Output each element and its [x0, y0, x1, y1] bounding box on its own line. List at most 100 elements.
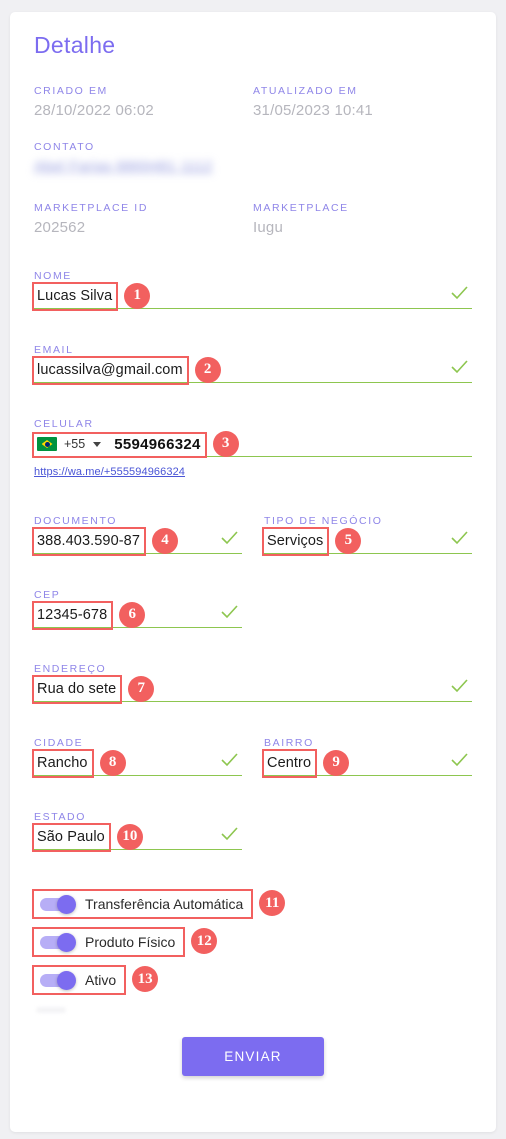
annotation-badge-2: 2: [194, 356, 221, 383]
meta-row-marketplace: MARKETPLACE ID 202562 MARKETPLACE Iugu: [34, 202, 472, 236]
phone-dial-code[interactable]: +55: [64, 437, 85, 451]
field-documento: DOCUMENTO 388.403.590-87 4: [32, 503, 242, 571]
annotation-box-cidade: Rancho: [32, 749, 94, 778]
field-nome-line[interactable]: Lucas Silva 1: [31, 282, 472, 311]
field-email-value[interactable]: lucassilva@gmail.com: [37, 362, 183, 378]
meta-updated-value: 31/05/2023 10:41: [253, 102, 373, 119]
field-cep-value[interactable]: 12345-678: [37, 607, 107, 623]
meta-marketplace-label: MARKETPLACE: [253, 202, 349, 214]
annotation-box-endereco: Rua do sete: [31, 675, 123, 704]
brazil-flag-icon: [37, 437, 57, 451]
field-bairro-line[interactable]: Centro 9: [261, 749, 472, 778]
field-row-cidade-bairro: CIDADE Rancho 8 BAIRRO Centro 9: [32, 725, 472, 793]
field-endereco-value[interactable]: Rua do sete: [37, 681, 116, 697]
field-cidade-value[interactable]: Rancho: [37, 755, 88, 771]
page-root: Detalhe CRIADO EM 28/10/2022 06:02 ATUAL…: [0, 0, 506, 1139]
annotation-badge-12: 12: [191, 928, 218, 954]
meta-marketplace: MARKETPLACE Iugu: [253, 202, 472, 236]
field-endereco: ENDEREÇO Rua do sete 7: [31, 651, 472, 719]
field-tipo-negocio-line[interactable]: Serviços 5: [261, 527, 472, 556]
field-celular-line[interactable]: +55 5594966324 3: [32, 430, 472, 458]
field-email: EMAIL lucassilva@gmail.com 2: [32, 332, 472, 400]
toggle-transferencia-automatica[interactable]: [40, 894, 76, 914]
field-row-email: EMAIL lucassilva@gmail.com 2: [32, 332, 472, 400]
whatsapp-link[interactable]: https://wa.me/+555594966324: [34, 466, 185, 478]
annotation-box-bairro: Centro: [261, 749, 318, 778]
field-tipo-negocio-label: TIPO DE NEGÓCIO: [264, 515, 383, 527]
field-email-line[interactable]: lucassilva@gmail.com 2: [32, 356, 472, 385]
field-documento-label: DOCUMENTO: [34, 515, 118, 527]
field-nome-label: NOME: [34, 270, 72, 282]
field-estado-value[interactable]: São Paulo: [37, 829, 105, 845]
meta-created: CRIADO EM 28/10/2022 06:02: [34, 85, 253, 119]
meta-row-contato: CONTATO Abel Farias 8869481 1112: [34, 141, 472, 180]
annotation-badge-4: 4: [152, 527, 178, 554]
field-bairro: BAIRRO Centro 9: [261, 725, 472, 793]
annotation-box-documento: 388.403.590-87: [32, 527, 146, 556]
meta-contato-value-redacted[interactable]: Abel Farias 8869481 1112: [34, 158, 213, 175]
field-cidade-line[interactable]: Rancho 8: [32, 749, 242, 778]
annotation-badge-3: 3: [212, 430, 239, 457]
field-row-documento-negocio: DOCUMENTO 388.403.590-87 4 TIPO DE NEGÓC…: [32, 503, 472, 571]
annotation-badge-1: 1: [124, 282, 151, 309]
field-documento-line[interactable]: 388.403.590-87 4: [32, 527, 242, 556]
annotation-badge-10: 10: [116, 823, 143, 850]
field-row-endereco: ENDEREÇO Rua do sete 7: [31, 651, 472, 719]
faint-toggle-placeholder: [36, 1007, 66, 1013]
field-row-nome: NOME Lucas Silva 1: [31, 258, 472, 326]
field-endereco-line[interactable]: Rua do sete 7: [31, 675, 472, 704]
field-celular-label: CELULAR: [34, 418, 94, 430]
toggle-ativo[interactable]: [40, 970, 76, 990]
submit-button[interactable]: ENVIAR: [182, 1037, 324, 1076]
meta-marketplace-value: Iugu: [253, 219, 283, 236]
annotation-box-estado: São Paulo: [32, 823, 111, 852]
annotation-badge-7: 7: [128, 675, 155, 702]
annotation-badge-8: 8: [99, 749, 126, 776]
field-tipo-negocio: TIPO DE NEGÓCIO Serviços 5: [261, 503, 472, 571]
field-estado-line[interactable]: São Paulo 10: [32, 823, 242, 852]
annotation-box-cep: 12345-678: [31, 601, 114, 630]
field-tipo-negocio-value[interactable]: Serviços: [267, 533, 323, 549]
field-bairro-label: BAIRRO: [264, 737, 314, 749]
annotation-badge-11: 11: [259, 890, 286, 916]
field-bairro-value[interactable]: Centro: [267, 755, 311, 771]
field-celular: CELULAR +55 5594966324 3 https://wa.me/+…: [32, 406, 472, 497]
meta-contato: CONTATO Abel Farias 8869481 1112: [34, 141, 472, 180]
meta-marketplace-id-value: 202562: [34, 219, 86, 236]
toggle-produto-fisico[interactable]: [40, 932, 76, 952]
field-cidade-label: CIDADE: [34, 737, 84, 749]
meta-row-dates: CRIADO EM 28/10/2022 06:02 ATUALIZADO EM…: [34, 85, 472, 119]
field-celular-value[interactable]: 5594966324: [114, 436, 200, 453]
annotation-badge-13: 13: [132, 966, 159, 992]
annotation-box-celular: +55 5594966324: [32, 431, 207, 458]
detail-card: Detalhe CRIADO EM 28/10/2022 06:02 ATUAL…: [10, 12, 496, 1132]
annotation-box-toggle-ativo: Ativo: [31, 965, 127, 995]
toggle-produto-fisico-label: Produto Físico: [85, 934, 176, 950]
valid-check-icon: [451, 753, 468, 767]
field-estado-spacer: [264, 799, 472, 867]
annotation-box-tipo-negocio: Serviços: [261, 527, 330, 556]
page-title: Detalhe: [34, 32, 116, 58]
field-row-cep: CEP 12345-678 6: [31, 577, 472, 645]
chevron-down-icon[interactable]: [93, 441, 102, 447]
field-documento-value[interactable]: 388.403.590-87: [37, 533, 140, 549]
annotation-box-nome: Lucas Silva: [31, 282, 119, 311]
valid-check-icon: [221, 531, 238, 545]
valid-check-icon: [451, 531, 468, 545]
phone-input-group[interactable]: +55 5594966324: [37, 436, 201, 453]
field-nome-value[interactable]: Lucas Silva: [37, 288, 112, 304]
field-cep-label: CEP: [34, 589, 61, 601]
annotation-box-email: lucassilva@gmail.com: [32, 356, 189, 385]
meta-updated: ATUALIZADO EM 31/05/2023 10:41: [253, 85, 472, 119]
field-endereco-label: ENDEREÇO: [34, 663, 107, 675]
meta-marketplace-id: MARKETPLACE ID 202562: [34, 202, 253, 236]
field-cep-line[interactable]: 12345-678 6: [31, 601, 242, 630]
valid-check-icon: [221, 605, 238, 619]
meta-updated-label: ATUALIZADO EM: [253, 85, 358, 97]
meta-contato-label: CONTATO: [34, 141, 95, 153]
valid-check-icon: [451, 679, 468, 693]
field-cidade: CIDADE Rancho 8: [32, 725, 242, 793]
toggle-ativo-label: Ativo: [85, 972, 117, 988]
valid-check-icon: [221, 753, 238, 767]
field-email-label: EMAIL: [34, 344, 74, 356]
